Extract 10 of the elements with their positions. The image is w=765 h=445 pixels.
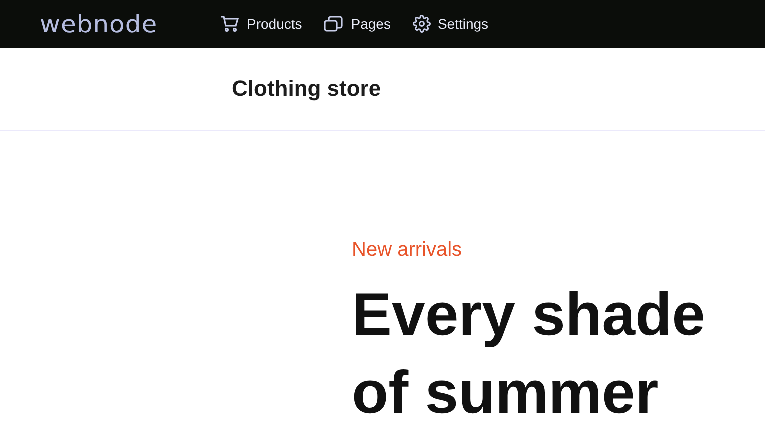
eyebrow-text: New arrivals xyxy=(352,239,464,262)
nav-link[interactable]: Pages xyxy=(324,15,391,33)
nav-link[interactable]: Products xyxy=(220,15,302,33)
nav-link[interactable]: Settings xyxy=(412,15,489,33)
site-title[interactable]: Clothing store xyxy=(232,76,382,102)
logo[interactable]: webnode xyxy=(40,10,220,38)
settings-icon xyxy=(412,15,431,33)
pages-icon xyxy=(324,16,344,32)
hero-heading: Every shade of summer xyxy=(352,280,707,428)
cart-icon xyxy=(220,15,240,33)
